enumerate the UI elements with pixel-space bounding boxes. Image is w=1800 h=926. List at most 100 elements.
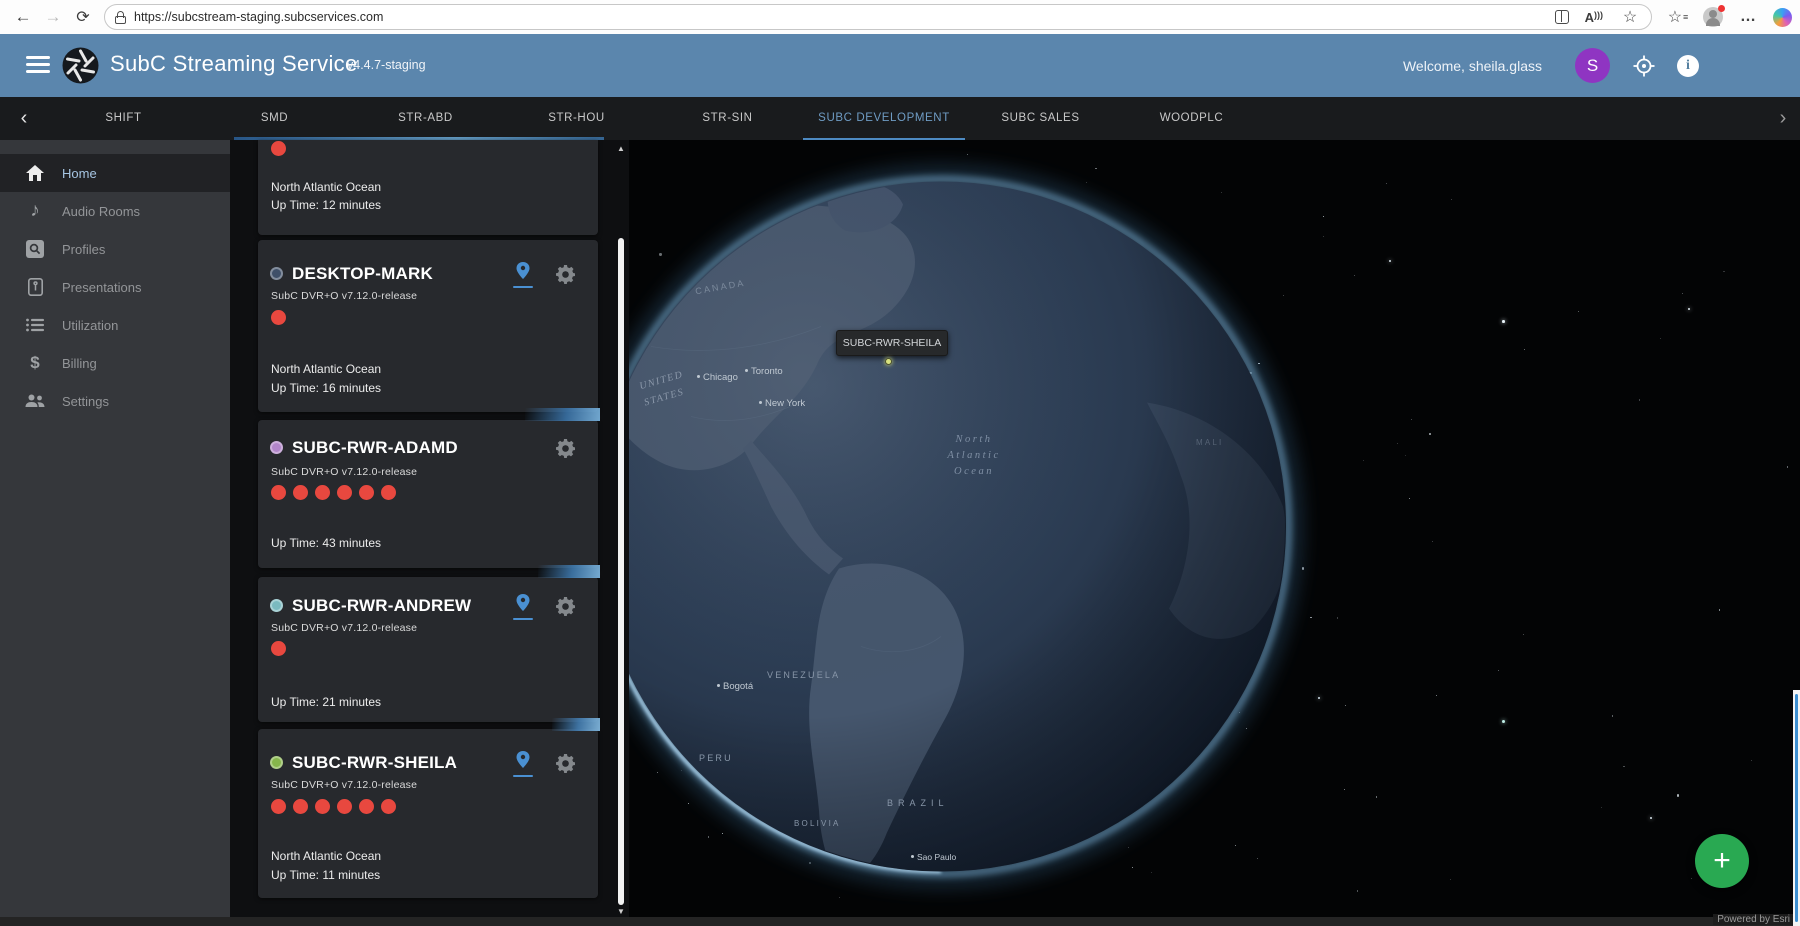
earth-globe xyxy=(629,140,1291,917)
hamburger-menu-icon[interactable] xyxy=(26,56,50,74)
settings-gear-icon[interactable] xyxy=(556,265,578,289)
copilot-icon[interactable] xyxy=(1773,8,1792,27)
device-uptime: Up Time: 11 minutes xyxy=(271,868,380,882)
tab-str-hou[interactable]: STR-HOU xyxy=(501,97,652,140)
globe-glow-sliver xyxy=(552,718,600,731)
device-version: SubC DVR+O v7.12.0-release xyxy=(271,622,417,634)
tab-str-sin[interactable]: STR-SIN xyxy=(652,97,803,140)
device-name: SUBC-RWR-ANDREW xyxy=(292,596,471,616)
tab-smd[interactable]: SMD xyxy=(199,97,350,140)
alert-dots xyxy=(271,485,396,500)
app-header: SubC Streaming Service v4.4.7-staging We… xyxy=(0,34,1800,97)
sidebar-item-profiles[interactable]: Profiles xyxy=(0,230,230,268)
url-text[interactable]: https://subcstream-staging.subcservices.… xyxy=(134,10,383,24)
globe-map[interactable]: CANADA UNITED STATES Chicago Toronto New… xyxy=(629,140,1800,917)
status-dot xyxy=(270,441,283,454)
tabs-scroll-right-icon[interactable]: › xyxy=(1766,97,1800,140)
device-uptime: Up Time: 12 minutes xyxy=(271,198,381,212)
locate-icon[interactable] xyxy=(1630,52,1658,80)
device-version: SubC DVR+O v7.12.0-release xyxy=(271,290,417,302)
info-icon[interactable]: i xyxy=(1674,52,1702,80)
scroll-up-icon[interactable]: ▲ xyxy=(614,144,628,153)
add-device-button[interactable]: + xyxy=(1695,834,1749,888)
site-tabbar: ‹ SHIFT SMD STR-ABD STR-HOU STR-SIN SUBC… xyxy=(0,97,1800,140)
tabs-scroll-left-icon[interactable]: ‹ xyxy=(0,97,48,140)
refresh-icon[interactable]: ⟳ xyxy=(68,3,98,31)
device-card-subc-rwr-sheila[interactable]: SUBC-RWR-SHEILA SubC DVR+O v7.12.0-relea… xyxy=(258,729,598,898)
device-location: North Atlantic Ocean xyxy=(271,362,381,376)
device-name: SUBC-RWR-ADAMD xyxy=(292,438,458,458)
tab-subc-development[interactable]: SUBC DEVELOPMENT xyxy=(803,97,965,140)
dollar-icon: $ xyxy=(24,352,46,374)
sidebar-item-billing[interactable]: $ Billing xyxy=(0,344,230,382)
device-location: North Atlantic Ocean xyxy=(271,180,381,194)
device-uptime: Up Time: 16 minutes xyxy=(271,381,381,395)
tab-str-abd[interactable]: STR-ABD xyxy=(350,97,501,140)
device-card-partial[interactable]: North Atlantic Ocean Up Time: 12 minutes xyxy=(258,140,598,235)
panel-scrollbar-thumb[interactable] xyxy=(618,238,624,905)
sidebar-item-home[interactable]: Home xyxy=(0,154,230,192)
profile-search-icon xyxy=(24,238,46,260)
user-avatar[interactable]: S xyxy=(1575,48,1610,83)
sidebar-item-audio-rooms[interactable]: ♪ Audio Rooms xyxy=(0,192,230,230)
location-pin-icon[interactable] xyxy=(513,751,533,777)
map-attribution: Powered by Esri xyxy=(1713,914,1794,925)
alert-dots xyxy=(271,799,396,814)
tab-woodplc[interactable]: WOODPLC xyxy=(1116,97,1267,140)
device-location: North Atlantic Ocean xyxy=(271,849,381,863)
sidebar-item-settings[interactable]: Settings xyxy=(0,382,230,420)
address-bar[interactable]: https://subcstream-staging.subcservices.… xyxy=(104,4,1652,30)
document-clip-icon xyxy=(24,276,46,298)
split-screen-icon[interactable] xyxy=(1555,10,1569,24)
device-marker-dot[interactable] xyxy=(885,358,892,365)
alert-dots xyxy=(271,310,286,325)
device-card-subc-rwr-andrew[interactable]: SUBC-RWR-ANDREW SubC DVR+O v7.12.0-relea… xyxy=(258,577,598,722)
settings-gear-icon[interactable] xyxy=(556,754,578,778)
app-title: SubC Streaming Service xyxy=(110,51,357,77)
browser-profile-icon[interactable] xyxy=(1703,7,1723,27)
device-uptime: Up Time: 43 minutes xyxy=(271,536,381,550)
page-scrollbar-thumb[interactable] xyxy=(1795,694,1798,922)
favorites-list-icon[interactable]: ☆≡ xyxy=(1667,6,1689,28)
more-menu-icon[interactable]: … xyxy=(1737,6,1759,28)
settings-gear-icon[interactable] xyxy=(556,439,578,463)
status-dot xyxy=(270,267,283,280)
sidebar-item-utilization[interactable]: Utilization xyxy=(0,306,230,344)
device-card-desktop-mark[interactable]: DESKTOP-MARK SubC DVR+O v7.12.0-release … xyxy=(258,240,598,412)
device-uptime: Up Time: 21 minutes xyxy=(271,695,381,709)
home-icon xyxy=(24,162,46,184)
scroll-down-icon[interactable]: ▼ xyxy=(614,907,628,916)
device-panel: North Atlantic Ocean Up Time: 12 minutes… xyxy=(230,140,629,917)
sidebar: Home ♪ Audio Rooms Profiles Presentation… xyxy=(0,140,230,917)
music-note-icon: ♪ xyxy=(24,200,46,222)
tab-shift[interactable]: SHIFT xyxy=(48,97,199,140)
people-icon xyxy=(24,390,46,412)
device-version: SubC DVR+O v7.12.0-release xyxy=(271,466,417,478)
device-version: SubC DVR+O v7.12.0-release xyxy=(271,779,417,791)
alert-dots xyxy=(271,141,286,156)
screen: ← → ⟳ https://subcstream-staging.subcser… xyxy=(0,0,1800,926)
sidebar-item-presentations[interactable]: Presentations xyxy=(0,268,230,306)
tab-subc-sales[interactable]: SUBC SALES xyxy=(965,97,1116,140)
device-card-subc-rwr-adamd[interactable]: SUBC-RWR-ADAMD SubC DVR+O v7.12.0-releas… xyxy=(258,420,598,568)
app-version: v4.4.7-staging xyxy=(347,58,426,72)
read-aloud-icon[interactable]: A))) xyxy=(1585,10,1603,25)
welcome-text: Welcome, sheila.glass xyxy=(1403,58,1542,74)
back-icon[interactable]: ← xyxy=(8,3,38,31)
settings-gear-icon[interactable] xyxy=(556,597,578,621)
forward-icon[interactable]: → xyxy=(38,3,68,31)
alert-dots xyxy=(271,641,286,656)
list-icon xyxy=(24,314,46,336)
page-scrollbar[interactable] xyxy=(1793,690,1800,926)
status-dot xyxy=(270,599,283,612)
device-name: DESKTOP-MARK xyxy=(292,264,433,284)
location-pin-icon[interactable] xyxy=(513,262,533,288)
globe-glow-sliver xyxy=(538,565,600,578)
browser-chrome: ← → ⟳ https://subcstream-staging.subcser… xyxy=(0,0,1800,34)
status-dot xyxy=(270,756,283,769)
notification-dot xyxy=(1718,5,1725,12)
bottom-bar: Powered by Esri xyxy=(0,917,1800,926)
location-pin-icon[interactable] xyxy=(513,594,533,620)
favorite-star-icon[interactable]: ☆ xyxy=(1619,6,1641,28)
lock-icon xyxy=(115,11,126,24)
